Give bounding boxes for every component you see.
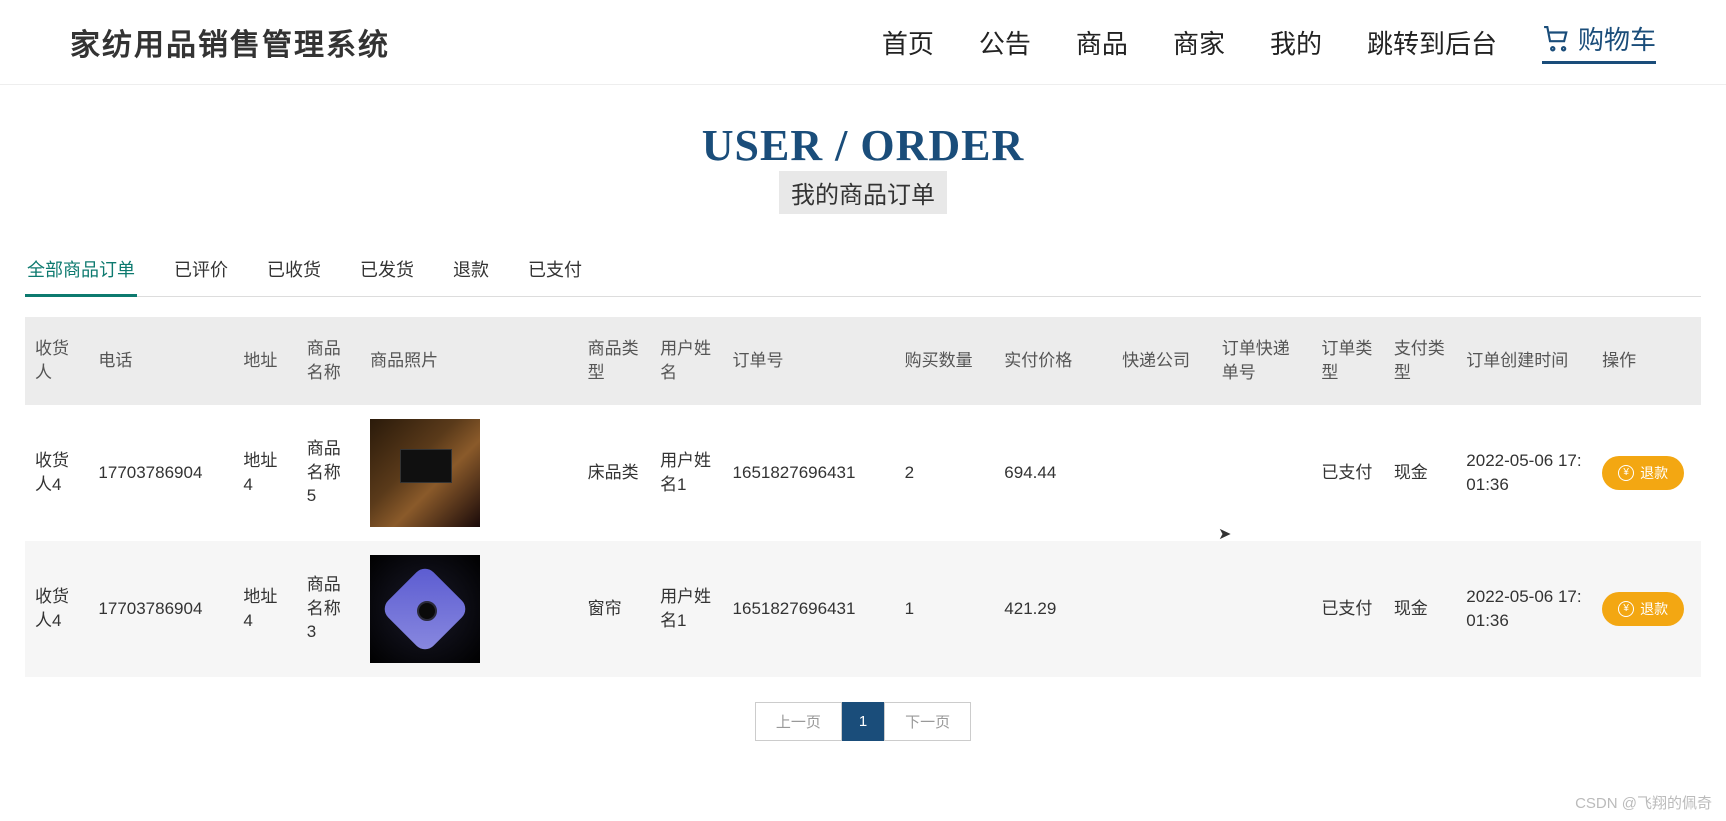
product-image (370, 555, 480, 663)
th-ordertype: 订单类型 (1311, 317, 1383, 405)
th-courier: 快递公司 (1112, 317, 1212, 405)
heading-cn: 我的商品订单 (779, 171, 947, 214)
th-qty: 购买数量 (895, 317, 995, 405)
nav-goods[interactable]: 商品 (1076, 24, 1128, 61)
th-tracking: 订单快递单号 (1212, 317, 1312, 405)
page-heading: USER / ORDER 我的商品订单 (0, 120, 1726, 214)
cell-courier (1112, 541, 1212, 677)
page-next[interactable]: 下一页 (884, 702, 971, 741)
page-current[interactable]: 1 (842, 702, 884, 741)
order-tabs: 全部商品订单 已评价 已收货 已发货 退款 已支付 (25, 244, 1701, 297)
cell-paytype: 现金 (1384, 541, 1456, 677)
refund-button[interactable]: ¥ 退款 (1602, 592, 1684, 626)
tab-shipped[interactable]: 已发货 (358, 244, 416, 296)
cell-ops: ¥ 退款 (1592, 405, 1701, 541)
tab-paid[interactable]: 已支付 (526, 244, 584, 296)
cell-username: 用户姓名1 (650, 405, 722, 541)
th-phone: 电话 (88, 317, 233, 405)
cell-address: 地址4 (233, 541, 296, 677)
refund-label: 退款 (1640, 463, 1668, 483)
product-image (370, 419, 480, 527)
th-ops: 操作 (1592, 317, 1701, 405)
nav-merchant[interactable]: 商家 (1173, 24, 1225, 61)
order-table-wrap: 收货人 电话 地址 商品名称 商品照片 商品类型 用户姓名 订单号 购买数量 实… (25, 317, 1701, 677)
th-orderno: 订单号 (723, 317, 895, 405)
th-price: 实付价格 (994, 317, 1112, 405)
yen-icon: ¥ (1618, 601, 1634, 617)
cell-phone: 17703786904 (88, 405, 233, 541)
cell-ordertype: 已支付 (1311, 541, 1383, 677)
cell-ordertype: 已支付 (1311, 405, 1383, 541)
cell-orderno: 1651827696431 (723, 541, 895, 677)
content: 全部商品订单 已评价 已收货 已发货 退款 已支付 收货人 电话 地址 商品名称… (0, 244, 1726, 741)
cell-photo (360, 541, 577, 677)
cell-prodname: 商品名称5 (297, 405, 360, 541)
heading-en: USER / ORDER (0, 120, 1726, 171)
pagination: 上一页 1 下一页 (25, 702, 1701, 741)
cell-price: 694.44 (994, 405, 1112, 541)
table-row: 收货人4 17703786904 地址4 商品名称3 窗帘 用户姓名1 1651… (25, 541, 1701, 677)
cell-prodname: 商品名称3 (297, 541, 360, 677)
th-address: 地址 (233, 317, 296, 405)
cell-prodtype: 床品类 (578, 405, 650, 541)
top-nav: 首页 公告 商品 商家 我的 跳转到后台 购物车 (882, 20, 1656, 64)
order-table: 收货人 电话 地址 商品名称 商品照片 商品类型 用户姓名 订单号 购买数量 实… (25, 317, 1701, 677)
th-paytype: 支付类型 (1384, 317, 1456, 405)
table-header-row: 收货人 电话 地址 商品名称 商品照片 商品类型 用户姓名 订单号 购买数量 实… (25, 317, 1701, 405)
th-created: 订单创建时间 (1456, 317, 1592, 405)
site-title: 家纺用品销售管理系统 (70, 20, 390, 64)
cell-tracking (1212, 541, 1312, 677)
refund-label: 退款 (1640, 599, 1668, 619)
cart-label: 购物车 (1578, 20, 1656, 57)
nav-mine[interactable]: 我的 (1270, 24, 1322, 61)
cell-tracking (1212, 405, 1312, 541)
cell-receiver: 收货人4 (25, 405, 88, 541)
nav-cart[interactable]: 购物车 (1542, 20, 1656, 64)
watermark: CSDN @飞翔的佩奇 (1575, 792, 1712, 813)
cell-ops: ¥ 退款 (1592, 541, 1701, 677)
cell-qty: 1 (895, 541, 995, 677)
th-photo: 商品照片 (360, 317, 577, 405)
cell-username: 用户姓名1 (650, 541, 722, 677)
cell-orderno: 1651827696431 (723, 405, 895, 541)
header: 家纺用品销售管理系统 首页 公告 商品 商家 我的 跳转到后台 购物车 (0, 0, 1726, 85)
cell-created: 2022-05-06 17:01:36 (1456, 405, 1592, 541)
table-row: 收货人4 17703786904 地址4 商品名称5 床品类 用户姓名1 165… (25, 405, 1701, 541)
nav-admin[interactable]: 跳转到后台 (1367, 24, 1497, 61)
cart-icon (1542, 26, 1570, 52)
th-prodname: 商品名称 (297, 317, 360, 405)
cell-receiver: 收货人4 (25, 541, 88, 677)
cell-courier (1112, 405, 1212, 541)
nav-announce[interactable]: 公告 (979, 24, 1031, 61)
yen-icon: ¥ (1618, 465, 1634, 481)
th-username: 用户姓名 (650, 317, 722, 405)
tab-reviewed[interactable]: 已评价 (172, 244, 230, 296)
refund-button[interactable]: ¥ 退款 (1602, 456, 1684, 490)
cell-paytype: 现金 (1384, 405, 1456, 541)
page-prev[interactable]: 上一页 (755, 702, 842, 741)
cell-address: 地址4 (233, 405, 296, 541)
tab-refund[interactable]: 退款 (451, 244, 491, 296)
tab-all[interactable]: 全部商品订单 (25, 244, 137, 297)
cell-qty: 2 (895, 405, 995, 541)
tab-received[interactable]: 已收货 (265, 244, 323, 296)
th-receiver: 收货人 (25, 317, 88, 405)
cell-prodtype: 窗帘 (578, 541, 650, 677)
cell-price: 421.29 (994, 541, 1112, 677)
th-prodtype: 商品类型 (578, 317, 650, 405)
cell-photo (360, 405, 577, 541)
cell-phone: 17703786904 (88, 541, 233, 677)
cell-created: 2022-05-06 17:01:36 (1456, 541, 1592, 677)
nav-home[interactable]: 首页 (882, 24, 934, 61)
